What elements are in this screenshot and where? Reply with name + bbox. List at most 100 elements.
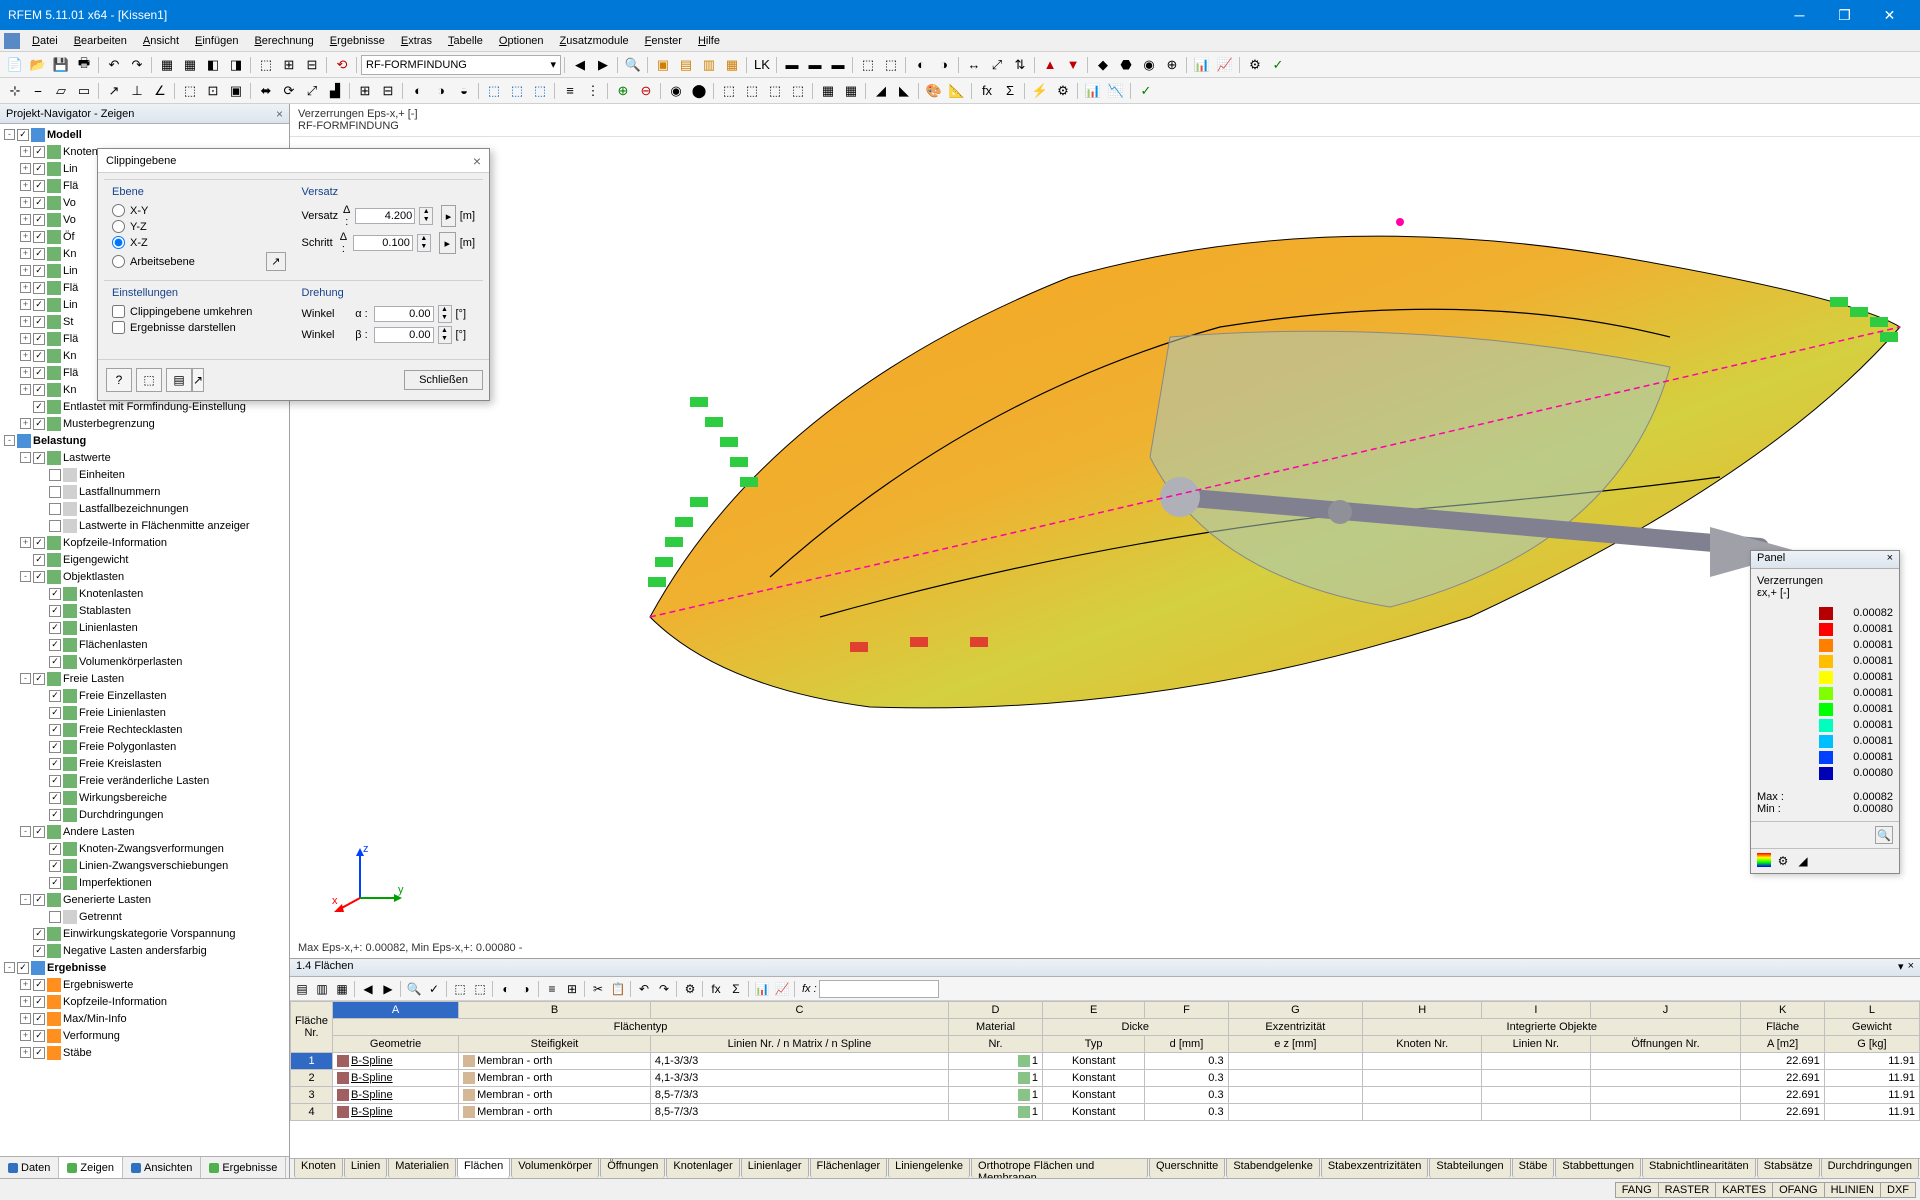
undo-icon[interactable]: ↶ — [103, 54, 125, 76]
add1-icon[interactable]: ⊕ — [612, 80, 634, 102]
save-icon[interactable]: 💾 — [50, 54, 72, 76]
check-icon[interactable]: ✓ — [1267, 54, 1289, 76]
table-tool[interactable]: ✂ — [588, 979, 608, 999]
table-tool[interactable]: ✓ — [424, 979, 444, 999]
status-hlinien[interactable]: HLINIEN — [1824, 1182, 1881, 1198]
table-tool[interactable]: ◑ — [516, 979, 536, 999]
chart-icon[interactable]: 📊 — [1191, 54, 1213, 76]
tree-node[interactable]: +✓Max/Min-Info — [0, 1010, 289, 1027]
tree-node[interactable]: Lastfallbezeichnungen — [0, 500, 289, 517]
g2-icon[interactable]: ▦ — [840, 80, 862, 102]
box3-icon[interactable]: ⬚ — [529, 80, 551, 102]
lk-icon[interactable]: LK — [751, 54, 773, 76]
b2-icon[interactable]: ⬚ — [741, 80, 763, 102]
bottom-tab[interactable]: Knoten — [294, 1158, 343, 1178]
winkel-b-input[interactable] — [374, 327, 434, 343]
solid-icon[interactable]: ▭ — [73, 80, 95, 102]
panel-icon[interactable]: ◧ — [202, 54, 224, 76]
tree-node[interactable]: ✓Knotenlasten — [0, 585, 289, 602]
node-icon[interactable]: ⊹ — [4, 80, 26, 102]
table-dropdown-icon[interactable]: ▾ — [1898, 960, 1904, 975]
circle2-icon[interactable]: ◑ — [933, 54, 955, 76]
bottom-tab[interactable]: Flächenlager — [810, 1158, 888, 1178]
tree-node[interactable]: -✓Modell — [0, 126, 289, 143]
winkel-b-spinner[interactable]: ▲▼ — [438, 326, 452, 344]
radio-arbeitsebene[interactable]: Arbeitsebene↗ — [112, 252, 286, 271]
angle-icon[interactable]: ∠ — [149, 80, 171, 102]
panel-icon-2[interactable]: ⚙ — [1775, 853, 1791, 869]
bottom-tab[interactable]: Öffnungen — [600, 1158, 665, 1178]
view2-icon[interactable]: ▤ — [675, 54, 697, 76]
target-icon[interactable]: ◉ — [1138, 54, 1160, 76]
status-kartes[interactable]: KARTES — [1715, 1182, 1773, 1198]
zoom-icon[interactable]: 🔍 — [622, 54, 644, 76]
arrow3-icon[interactable]: ⇅ — [1009, 54, 1031, 76]
sub-icon[interactable]: ⊖ — [635, 80, 657, 102]
menu-fenster[interactable]: Fenster — [637, 33, 690, 49]
module-dropdown[interactable]: RF-FORMFINDUNG▾ — [361, 55, 561, 75]
dialog-icon-button-2[interactable]: ▤ — [166, 368, 192, 392]
table-tool[interactable]: 📋 — [608, 979, 628, 999]
tree-node[interactable]: ✓Freie Kreislasten — [0, 755, 289, 772]
bottom-tab[interactable]: Stabendgelenke — [1226, 1158, 1320, 1178]
tree-node[interactable]: ✓Freie veränderliche Lasten — [0, 772, 289, 789]
status-fang[interactable]: FANG — [1615, 1182, 1659, 1198]
grid2-icon[interactable]: ▦ — [179, 54, 201, 76]
nav-tab-daten[interactable]: Daten — [0, 1157, 59, 1178]
menu-einfügen[interactable]: Einfügen — [187, 33, 246, 49]
gear-icon[interactable]: ⚙ — [1244, 54, 1266, 76]
ruler-icon[interactable]: 📐 — [946, 80, 968, 102]
shade1-icon[interactable]: ◐ — [407, 80, 429, 102]
view4-icon[interactable]: ▦ — [721, 54, 743, 76]
tree-node[interactable]: +✓Kopfzeile-Information — [0, 534, 289, 551]
radio-x-z[interactable]: X-Z — [112, 236, 286, 249]
close-button[interactable]: ✕ — [1867, 0, 1912, 30]
model-canvas[interactable]: z x y Max Eps-x,+: 0.00082, Min Eps-x,+:… — [290, 137, 1920, 958]
tree-node[interactable]: ✓Flächenlasten — [0, 636, 289, 653]
dialog-help-button[interactable]: ? — [106, 368, 132, 392]
surface-icon[interactable]: ▱ — [50, 80, 72, 102]
panel-icon-3[interactable]: ◢ — [1795, 853, 1811, 869]
menu-hilfe[interactable]: Hilfe — [690, 33, 728, 49]
tree-node[interactable]: ✓Freie Rechtecklasten — [0, 721, 289, 738]
bottom-tab[interactable]: Stabsätze — [1757, 1158, 1820, 1178]
navigator-close-icon[interactable]: × — [276, 107, 283, 121]
bottom-tab[interactable]: Stabnichtlinearitäten — [1642, 1158, 1756, 1178]
refresh-icon[interactable]: ⟲ — [331, 54, 353, 76]
rect-icon[interactable]: ⬚ — [857, 54, 879, 76]
sum-icon[interactable]: Σ — [999, 80, 1021, 102]
versatz-spinner[interactable]: ▲▼ — [419, 207, 433, 225]
bottom-tab[interactable]: Stabbettungen — [1555, 1158, 1641, 1178]
menu-datei[interactable]: Datei — [24, 33, 66, 49]
tree-node[interactable]: Einheiten — [0, 466, 289, 483]
menu-extras[interactable]: Extras — [393, 33, 440, 49]
table-tool[interactable]: Σ — [726, 979, 746, 999]
b1-icon[interactable]: ⬚ — [718, 80, 740, 102]
maximize-button[interactable]: ❐ — [1822, 0, 1867, 30]
next-icon[interactable]: ▶ — [592, 54, 614, 76]
menu-bearbeiten[interactable]: Bearbeiten — [66, 33, 135, 49]
nav-tab-zeigen[interactable]: Zeigen — [59, 1157, 123, 1178]
table-tool[interactable]: ⊞ — [562, 979, 582, 999]
sel3-icon[interactable]: ▣ — [225, 80, 247, 102]
table-tool[interactable]: ▦ — [332, 979, 352, 999]
box1-icon[interactable]: ⬚ — [483, 80, 505, 102]
table-tool[interactable]: 📊 — [752, 979, 772, 999]
data-grid[interactable]: FlächeNr.ABCDEFGHIJKLFlächentypMaterialD… — [290, 1001, 1920, 1158]
arrow2-icon[interactable]: ⤢ — [986, 54, 1008, 76]
table-row[interactable]: 1B-SplineMembran - orth4,1-3/3/31Konstan… — [291, 1053, 1920, 1070]
tree-node[interactable]: -✓Lastwerte — [0, 449, 289, 466]
nav-tab-ansichten[interactable]: Ansichten — [123, 1157, 201, 1178]
menu-berechnung[interactable]: Berechnung — [246, 33, 321, 49]
chk-ergebnisse[interactable]: Ergebnisse darstellen — [112, 321, 286, 334]
tree-node[interactable]: -✓Andere Lasten — [0, 823, 289, 840]
circle1-icon[interactable]: ◐ — [910, 54, 932, 76]
tree-node[interactable]: +✓Stäbe — [0, 1044, 289, 1061]
panel2-icon[interactable]: ◨ — [225, 54, 247, 76]
tree-node[interactable]: ✓Einwirkungskategorie Vorspannung — [0, 925, 289, 942]
window-icon[interactable]: ⬚ — [255, 54, 277, 76]
table-tool[interactable]: ◀ — [358, 979, 378, 999]
rect2-icon[interactable]: ⬚ — [880, 54, 902, 76]
open-icon[interactable]: 📂 — [27, 54, 49, 76]
tree-node[interactable]: Getrennt — [0, 908, 289, 925]
